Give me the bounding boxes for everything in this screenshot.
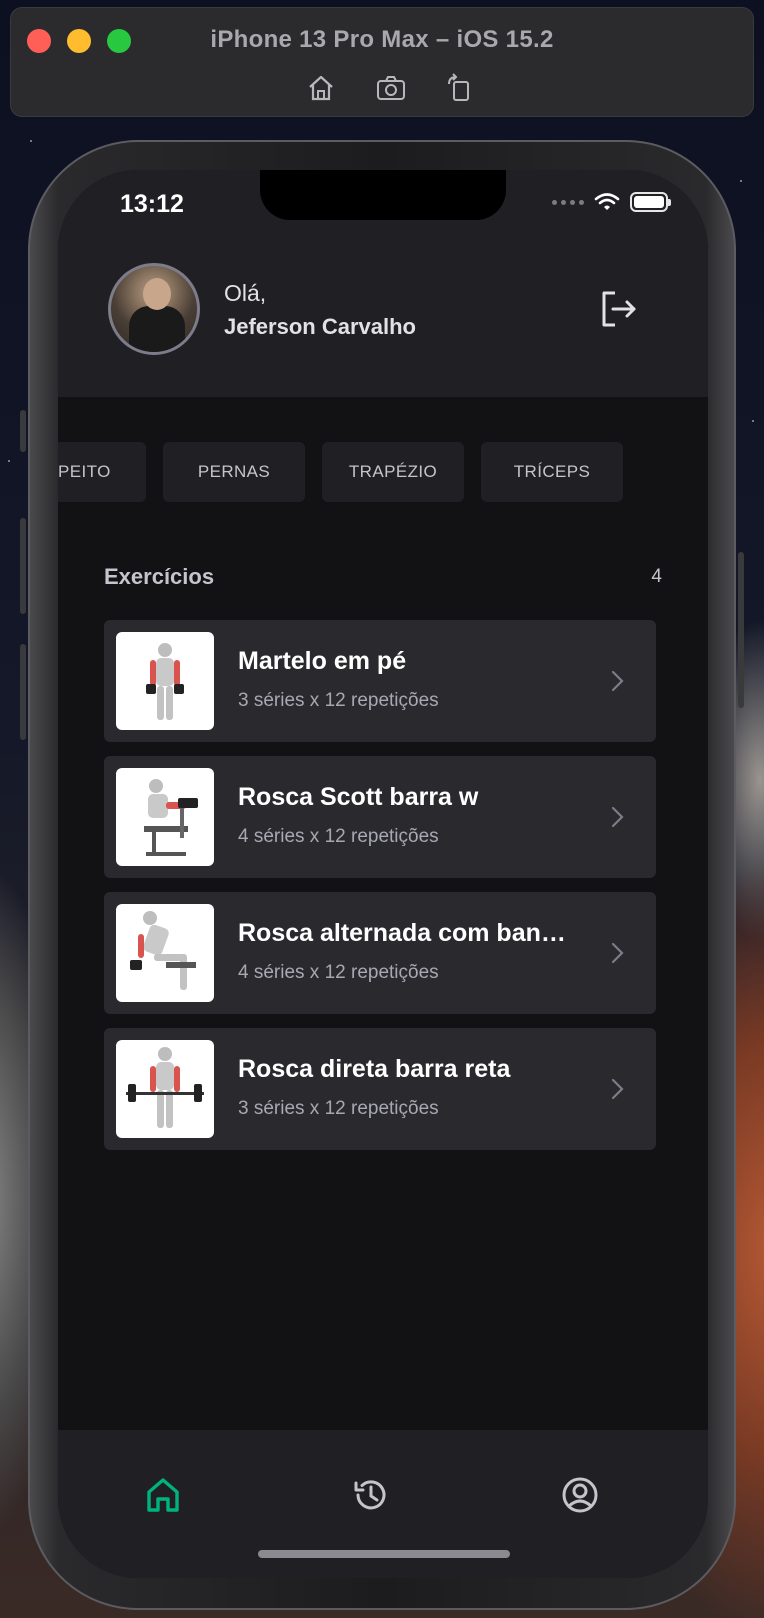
chevron-right-icon [611,942,624,964]
exercises-count: 4 [651,566,662,587]
group-chip-pernas[interactable]: PERNAS [163,442,305,502]
exercise-card[interactable]: Rosca Scott barra w 4 séries x 12 repeti… [104,756,656,878]
status-time: 13:12 [120,190,184,218]
group-label: PERNAS [197,462,271,481]
group-chip-trapezio[interactable]: TRAPÉZIO [322,442,464,502]
exercise-card[interactable]: Rosca alternada com banco inclinado 4 sé… [104,892,656,1014]
exercise-thumbnail [116,632,214,730]
group-label: TRAPÉZIO [348,462,438,481]
home-indicator[interactable] [258,1550,510,1558]
exercises-heading: Exercícios [104,564,215,589]
app-screen: 13:12 Olá, Jeferson Carvalho PEITO PERNA… [58,170,708,1578]
volume-down-button [20,644,26,740]
group-chip-triceps[interactable]: TRÍCEPS [481,442,623,502]
tab-history[interactable] [346,1470,396,1520]
status-indicators [552,192,671,212]
history-icon [354,1480,386,1510]
simulator-title: iPhone 13 Pro Max – iOS 15.2 [210,26,554,53]
mute-switch [20,410,26,452]
exercise-thumbnail [116,904,214,1002]
user-circle-icon [562,1477,598,1513]
exercise-card[interactable]: Rosca direta barra reta 3 séries x 12 re… [104,1028,656,1150]
exercise-name: Rosca direta barra reta [238,1055,511,1083]
group-chip-peito[interactable]: PEITO [58,442,146,502]
screenshot-icon [377,76,405,100]
exercise-name: Rosca alternada com banco inclinado [238,919,578,947]
exercise-detail: 3 séries x 12 repetições [238,1098,439,1119]
rotate-button[interactable] [439,68,479,108]
tab-profile[interactable] [555,1470,605,1520]
signal-icon [552,199,584,205]
muscle-group-list: PEITO PERNAS TRAPÉZIO TRÍCEPS [58,442,708,502]
exercise-name: Martelo em pé [238,647,407,675]
logout-icon[interactable] [598,288,640,330]
group-label: PEITO [58,462,111,481]
exercise-card[interactable]: Martelo em pé 3 séries x 12 repetições [104,620,656,742]
home-button[interactable] [301,68,341,108]
chevron-right-icon [611,670,624,692]
exercise-detail: 3 séries x 12 repetições [238,690,439,711]
rotate-icon [448,73,469,101]
battery-icon [630,192,671,212]
tab-home[interactable] [138,1470,188,1520]
exercise-detail: 4 séries x 12 repetições [238,962,439,983]
home-icon [309,75,333,101]
greeting-text: Olá, [224,280,267,306]
exercise-detail: 4 séries x 12 repetições [238,826,439,847]
chevron-right-icon [611,806,624,828]
volume-up-button [20,518,26,614]
exercise-thumbnail [116,1040,214,1138]
avatar[interactable] [108,263,200,355]
simulator-title-bar: iPhone 13 Pro Max – iOS 15.2 [10,7,754,117]
exercise-name: Rosca Scott barra w [238,783,479,811]
user-name: Jeferson Carvalho [224,314,416,339]
home-icon [147,1478,179,1512]
wifi-icon [594,193,620,210]
screenshot-button[interactable] [371,68,411,108]
group-label: TRÍCEPS [513,462,591,481]
notch [260,170,506,220]
power-button [738,552,744,708]
exercise-thumbnail [116,768,214,866]
chevron-right-icon [611,1078,624,1100]
